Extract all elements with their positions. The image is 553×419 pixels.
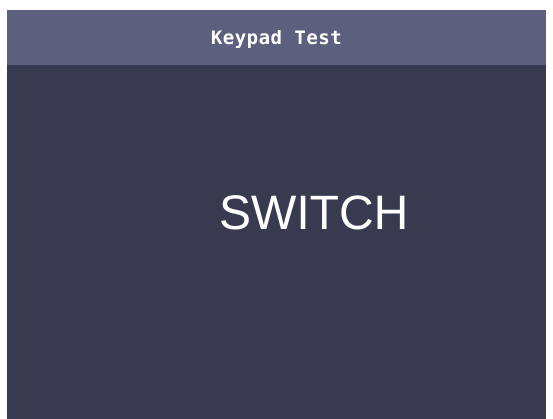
pressed-key-label: SWITCH: [219, 187, 409, 240]
page-title: Keypad Test: [210, 26, 343, 49]
keypad-test-screen: Keypad Test SWITCH: [7, 10, 546, 419]
title-bar: Keypad Test: [7, 10, 546, 65]
